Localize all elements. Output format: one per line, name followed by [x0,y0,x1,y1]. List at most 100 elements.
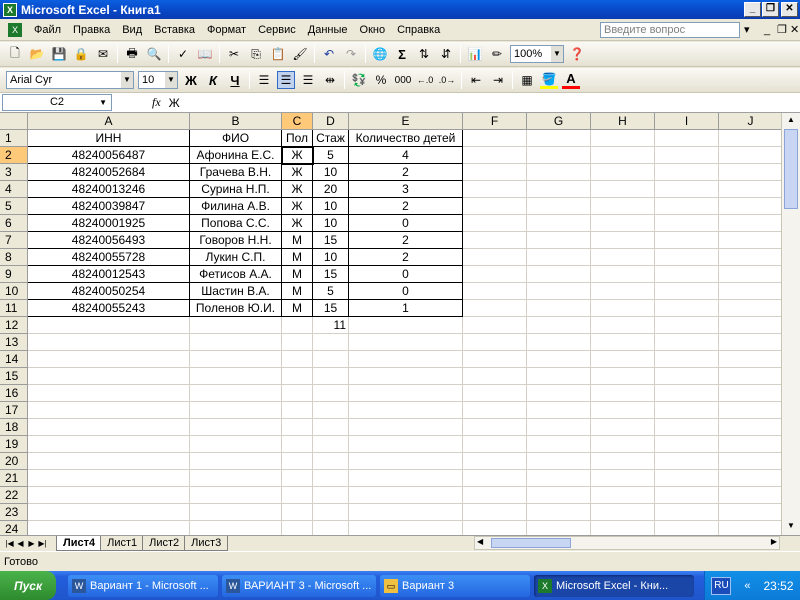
function-icon[interactable]: fx [152,95,161,110]
row-header-11[interactable]: 11 [0,300,28,317]
row-header-24[interactable]: 24 [0,521,28,535]
cell-a1[interactable]: ИНН [28,130,190,147]
cell-i19[interactable] [655,436,719,453]
start-button[interactable]: Пуск [0,571,56,600]
cell-d20[interactable] [313,453,349,470]
cell-j22[interactable] [719,487,783,504]
cell-g21[interactable] [527,470,591,487]
hyperlink-icon[interactable]: 🌐 [371,45,389,63]
row-header-6[interactable]: 6 [0,215,28,232]
row-header-8[interactable]: 8 [0,249,28,266]
column-header-h[interactable]: H [591,113,655,130]
cell-c4[interactable]: Ж [282,181,313,198]
cell-h2[interactable] [591,147,655,164]
scroll-thumb[interactable] [491,538,571,548]
align-center-icon[interactable]: ☰ [277,71,295,89]
cell-d7[interactable]: 15 [313,232,349,249]
cell-d6[interactable]: 10 [313,215,349,232]
language-indicator[interactable]: RU [711,576,732,595]
underline-button[interactable]: Ч [226,71,244,89]
cell-g16[interactable] [527,385,591,402]
cell-h18[interactable] [591,419,655,436]
cell-e23[interactable] [349,504,463,521]
column-header-d[interactable]: D [313,113,349,130]
cell-g23[interactable] [527,504,591,521]
cell-b20[interactable] [190,453,282,470]
cell-j20[interactable] [719,453,783,470]
chart-wizard-icon[interactable]: 📊 [466,45,484,63]
cell-a3[interactable]: 48240052684 [28,164,190,181]
cell-j15[interactable] [719,368,783,385]
cell-d18[interactable] [313,419,349,436]
cell-a11[interactable]: 48240055243 [28,300,190,317]
cell-d17[interactable] [313,402,349,419]
cell-d8[interactable]: 10 [313,249,349,266]
permission-icon[interactable]: 🔒 [72,45,90,63]
cell-g10[interactable] [527,283,591,300]
cell-f3[interactable] [463,164,527,181]
cell-j13[interactable] [719,334,783,351]
thousands-button[interactable]: 000 [394,71,412,89]
cell-c3[interactable]: Ж [282,164,313,181]
cell-e22[interactable] [349,487,463,504]
sheet-tab-list1[interactable]: Лист1 [100,536,145,551]
copy-icon[interactable]: ⎘ [247,45,265,63]
sheet-tab-list2[interactable]: Лист2 [142,536,187,551]
first-sheet-icon[interactable]: |◀ [4,539,15,548]
cell-e21[interactable] [349,470,463,487]
cell-b17[interactable] [190,402,282,419]
row-header-4[interactable]: 4 [0,181,28,198]
cell-g3[interactable] [527,164,591,181]
scroll-down-icon[interactable]: ▼ [787,521,795,530]
cell-j21[interactable] [719,470,783,487]
cell-b13[interactable] [190,334,282,351]
cell-a17[interactable] [28,402,190,419]
cell-e15[interactable] [349,368,463,385]
cell-c2[interactable]: Ж [282,147,313,164]
column-header-j[interactable]: J [719,113,783,130]
cell-e7[interactable]: 2 [349,232,463,249]
redo-icon[interactable]: ↷ [342,45,360,63]
cell-e18[interactable] [349,419,463,436]
cell-f12[interactable] [463,317,527,334]
menu-edit[interactable]: Правка [67,20,116,40]
cell-a6[interactable]: 48240001925 [28,215,190,232]
cell-j5[interactable] [719,198,783,215]
cell-b8[interactable]: Лукин С.П. [190,249,282,266]
scroll-right-icon[interactable]: ▶ [771,537,777,546]
cell-c6[interactable]: Ж [282,215,313,232]
cell-c5[interactable]: Ж [282,198,313,215]
cell-e19[interactable] [349,436,463,453]
cell-g12[interactable] [527,317,591,334]
cell-h23[interactable] [591,504,655,521]
print-preview-icon[interactable]: 🔍 [145,45,163,63]
cell-i21[interactable] [655,470,719,487]
cell-a21[interactable] [28,470,190,487]
cell-g19[interactable] [527,436,591,453]
task-variant3-folder[interactable]: ▭ Вариант 3 [380,574,530,597]
cell-e8[interactable]: 2 [349,249,463,266]
cell-j12[interactable] [719,317,783,334]
cell-f20[interactable] [463,453,527,470]
cell-j19[interactable] [719,436,783,453]
cell-b1[interactable]: ФИО [190,130,282,147]
cell-f14[interactable] [463,351,527,368]
cell-f15[interactable] [463,368,527,385]
cell-e5[interactable]: 2 [349,198,463,215]
decrease-decimal-icon[interactable]: .0→ [438,71,456,89]
row-header-5[interactable]: 5 [0,198,28,215]
cell-e2[interactable]: 4 [349,147,463,164]
select-all-corner[interactable] [0,113,28,130]
scroll-left-icon[interactable]: ◀ [477,537,483,546]
cell-h6[interactable] [591,215,655,232]
cell-i15[interactable] [655,368,719,385]
doc-minimize-button[interactable]: _ [764,23,770,37]
cell-b7[interactable]: Говоров Н.Н. [190,232,282,249]
increase-decimal-icon[interactable]: ←.0 [416,71,434,89]
save-icon[interactable]: 💾 [50,45,68,63]
cell-h20[interactable] [591,453,655,470]
cell-f7[interactable] [463,232,527,249]
cell-i11[interactable] [655,300,719,317]
cell-i17[interactable] [655,402,719,419]
font-size-combo[interactable]: 10 ▼ [138,71,178,89]
